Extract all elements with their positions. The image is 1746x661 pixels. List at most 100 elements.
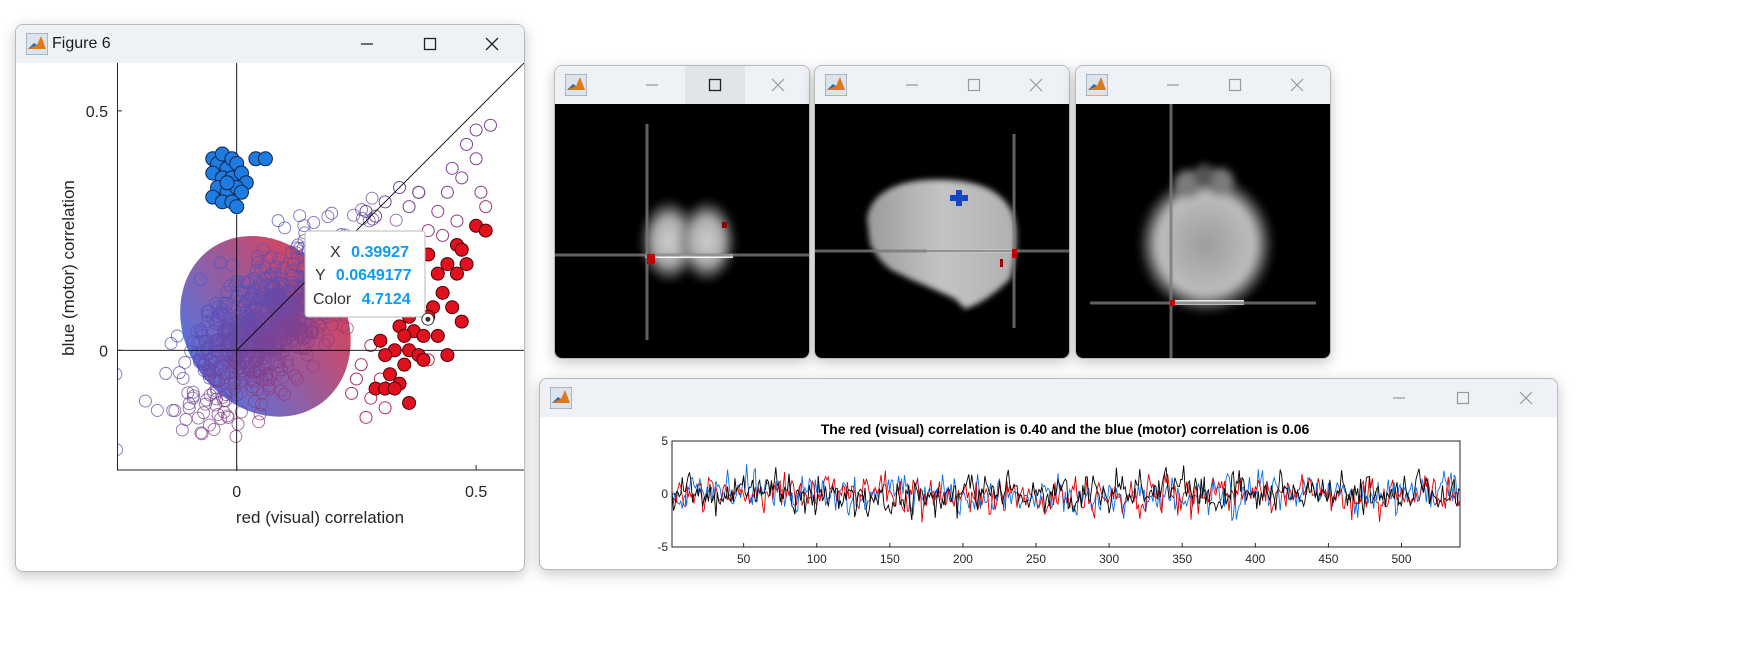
scatter-point: [349, 372, 363, 386]
scatter-point: [450, 214, 464, 228]
matlab-icon: [565, 74, 587, 96]
svg-text:X 0.39927: X 0.39927: [330, 244, 409, 261]
coronal-titlebar[interactable]: [555, 66, 809, 104]
scatter-point: [321, 210, 335, 224]
datatip-x-value: 0.39927: [351, 244, 409, 261]
axial-slice-window: [1075, 65, 1331, 359]
scatter-point: [345, 386, 359, 400]
red-point: [397, 328, 412, 343]
scatter-point: [474, 185, 488, 199]
scatter-point: [469, 123, 483, 137]
axial-titlebar[interactable]: [1076, 66, 1330, 104]
red-point: [478, 223, 493, 238]
minimize-button[interactable]: [621, 66, 683, 104]
datatip-y-value: 0.0649177: [336, 267, 412, 284]
red-point: [430, 328, 445, 343]
minimize-icon: [646, 84, 658, 86]
close-button[interactable]: [1266, 66, 1328, 104]
close-button[interactable]: [460, 25, 524, 63]
svg-text:Y 0.0649177: Y 0.0649177: [315, 267, 412, 284]
datatip[interactable]: X 0.39927 Y 0.0649177 Color 4.7124: [304, 230, 426, 318]
scatter-point: [460, 137, 474, 151]
y-axis-label: blue (motor) correlation: [59, 180, 78, 356]
y-tick-label: 0: [99, 343, 108, 360]
datatip-marker-dot: [425, 316, 431, 322]
red-point: [402, 395, 417, 410]
scatter-point: [325, 206, 339, 220]
minimize-button[interactable]: [334, 25, 400, 63]
sagittal-titlebar[interactable]: [815, 66, 1069, 104]
scatter-point: [469, 152, 483, 166]
matlab-icon: [1086, 74, 1108, 96]
x-tick-label: 300: [1099, 552, 1119, 566]
scatter-point: [278, 221, 292, 235]
red-point: [378, 348, 393, 363]
minimize-button[interactable]: [1142, 66, 1204, 104]
scatter-point: [389, 213, 403, 227]
red-point: [454, 314, 469, 329]
x-tick-label: 250: [1026, 552, 1046, 566]
scatter-point: [178, 356, 192, 369]
maximize-button[interactable]: [685, 66, 745, 104]
datatip-x-label: X: [330, 244, 341, 261]
minimize-button[interactable]: [1368, 379, 1430, 417]
sagittal-slice-window: [814, 65, 1070, 359]
scatter-point: [175, 423, 189, 437]
scatter-point: [483, 118, 497, 132]
figure6-titlebar[interactable]: Figure 6: [16, 25, 524, 63]
red-point: [382, 367, 397, 382]
scatter-point: [359, 410, 373, 424]
close-button[interactable]: [1495, 379, 1557, 417]
minimize-icon: [1167, 84, 1179, 86]
scatter-plot[interactable]: 0 0.5 0 0.5 red (visual) correlation blue (…: [16, 63, 524, 571]
maximize-icon: [1456, 391, 1470, 405]
y-tick-label: -5: [657, 540, 668, 554]
x-axis-label: red (visual) correlation: [236, 508, 404, 527]
scatter-point: [378, 401, 392, 415]
red-point: [454, 242, 469, 257]
red-point: [459, 257, 474, 272]
sagittal-image[interactable]: [815, 104, 1069, 358]
x-tick-label: 150: [880, 552, 900, 566]
scatter-point: [117, 443, 123, 457]
red-point: [373, 333, 388, 348]
matlab-icon: [26, 33, 48, 55]
close-icon: [1290, 78, 1304, 92]
y-tick-label: 0: [661, 487, 668, 501]
scatter-point: [455, 171, 469, 185]
x-tick-label: 50: [737, 552, 751, 566]
datatip-y-label: Y: [315, 267, 326, 284]
coronal-image[interactable]: [555, 104, 809, 358]
figure6-title: Figure 6: [52, 35, 111, 52]
red-point: [449, 266, 464, 281]
blue-point: [219, 175, 235, 191]
axial-image[interactable]: [1076, 104, 1330, 358]
timeseries-titlebar[interactable]: [540, 379, 1557, 417]
blue-point: [229, 199, 245, 215]
scatter-point: [252, 415, 266, 429]
maximize-button[interactable]: [398, 25, 462, 63]
maximize-button[interactable]: [1432, 379, 1494, 417]
red-point: [397, 357, 412, 372]
scatter-point: [412, 185, 426, 199]
scatter-point: [354, 358, 368, 372]
scatter-point: [164, 337, 178, 350]
minimize-icon: [1393, 397, 1405, 399]
maximize-button[interactable]: [943, 66, 1005, 104]
close-icon: [1029, 78, 1043, 92]
red-point: [430, 266, 445, 281]
red-point: [435, 285, 450, 300]
figure6-content: 0 0.5 0 0.5 red (visual) correlation blue (…: [16, 63, 524, 571]
red-point: [440, 348, 455, 363]
minimize-icon: [906, 84, 918, 86]
maximize-button[interactable]: [1204, 66, 1266, 104]
close-button[interactable]: [1005, 66, 1067, 104]
close-button[interactable]: [747, 66, 809, 104]
minimize-button[interactable]: [881, 66, 943, 104]
red-point: [445, 300, 460, 315]
datatip-color-value: 4.7124: [362, 291, 411, 308]
coronal-slice-window: [554, 65, 810, 359]
x-tick-label: 0.5: [465, 484, 487, 501]
x-tick-label: 350: [1172, 552, 1192, 566]
timeseries-plot[interactable]: The red (visual) correlation is 0.40 and…: [540, 417, 1557, 569]
